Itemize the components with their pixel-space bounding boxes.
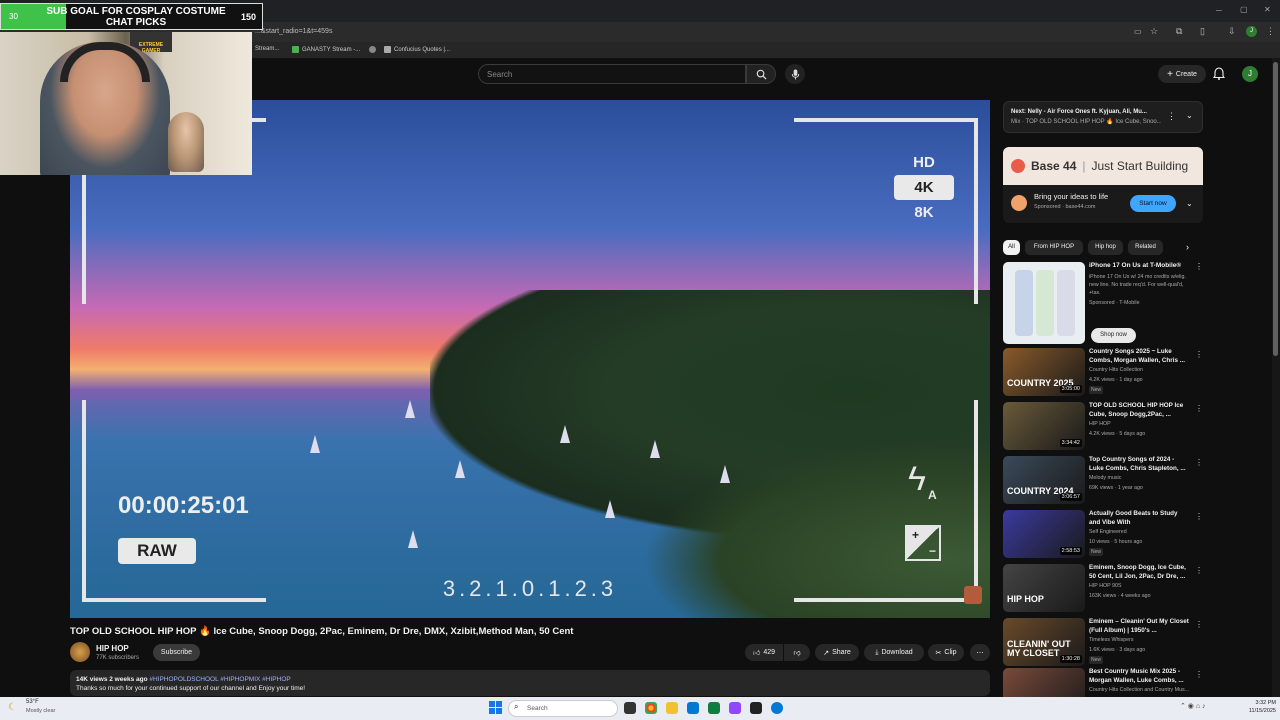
recommendation-item[interactable]: COUNTRY 2025 3:05:00 Country Songs 2025 ~ …	[1003, 348, 1203, 398]
system-tray-icons[interactable]: ⌃ ◉ ⌂ ♪	[1180, 702, 1206, 710]
more-vertical-icon[interactable]: ⋮	[1195, 512, 1203, 521]
recommendation-item[interactable]: COUNTRY 2024 3:06:57 Top Country Songs of …	[1003, 456, 1203, 506]
more-vertical-icon[interactable]: ⋮	[1195, 350, 1203, 359]
video-thumbnail[interactable]: NEW COUNTRY	[1003, 668, 1085, 697]
video-meta: 4.2K views · 1 day ago	[1089, 377, 1143, 383]
video-thumbnail[interactable]: COUNTRY 2025 3:05:00	[1003, 348, 1085, 396]
video-meta: 69K views · 1 year ago	[1089, 485, 1143, 491]
video-title[interactable]: Best Country Music Mix 2025 - Morgan Wal…	[1089, 668, 1189, 685]
channel-name[interactable]: Melody music	[1089, 475, 1121, 481]
video-title[interactable]: Country Songs 2025 ~ Luke Combs, Morgan …	[1089, 348, 1189, 365]
start-icon[interactable]	[489, 701, 502, 714]
recommendation-item[interactable]: 2:58:53 Actually Good Beats to Study and …	[1003, 510, 1203, 560]
new-badge: New	[1089, 656, 1104, 664]
video-meta: 10 views · 5 hours ago	[1089, 539, 1143, 545]
more-vertical-icon[interactable]: ⋮	[1195, 620, 1203, 629]
webcam-feed: EXTREME GAMER	[0, 32, 252, 175]
task-view-icon[interactable]	[624, 702, 636, 714]
recommendation-item[interactable]: HIP HOP Eminem, Snoop Dogg, Ice Cube, 50 …	[1003, 564, 1203, 614]
more-vertical-icon[interactable]: ⋮	[1195, 566, 1203, 575]
video-title[interactable]: Actually Good Beats to Study and Vibe Wi…	[1089, 510, 1189, 527]
taskbar-clock[interactable]: 3:32 PM 11/15/2025	[1236, 699, 1276, 715]
video-duration: 3:34:42	[1059, 439, 1082, 447]
recommendation-item[interactable]: 3:34:42 TOP OLD SCHOOL HIP HOP Ice Cube, …	[1003, 402, 1203, 452]
video-meta: 4.2K views · 5 days ago	[1089, 431, 1146, 437]
video-duration: 3:06:57	[1059, 493, 1082, 501]
sub-goal-bar: 30 SUB GOAL FOR COSPLAY COSTUME CHAT PIC…	[0, 3, 263, 30]
edge-icon[interactable]	[687, 702, 699, 714]
video-thumbnail[interactable]: 2:58:53	[1003, 510, 1085, 558]
channel-name[interactable]: Self Engineered	[1089, 529, 1127, 535]
windows-taskbar: ☾ 53°F Mostly clear Search ⌕ ⌃ ◉ ⌂ ♪ 3:3…	[0, 697, 1280, 720]
goal-end: 150	[241, 12, 257, 22]
thumbnail-text: HIP HOP	[1007, 594, 1044, 604]
new-badge: New	[1089, 386, 1104, 394]
channel-name[interactable]: HIP HOP 90S	[1089, 583, 1122, 589]
child	[168, 112, 204, 172]
goal-start: 30	[9, 12, 18, 21]
video-title[interactable]: TOP OLD SCHOOL HIP HOP Ice Cube, Snoop D…	[1089, 402, 1189, 419]
excel-icon[interactable]	[708, 702, 720, 714]
channel-name[interactable]: Timeless Whispers	[1089, 637, 1134, 643]
goal-title: SUB GOAL FOR COSPLAY COSTUME CHAT PICKS	[46, 6, 226, 28]
new-badge: New	[1089, 548, 1104, 556]
recommendation-item[interactable]: NEW COUNTRYBest Country Music Mix 2025 -…	[1003, 668, 1203, 697]
obs-icon[interactable]	[729, 702, 741, 714]
more-vertical-icon[interactable]: ⋮	[1195, 404, 1203, 413]
video-duration: 2:58:53	[1059, 547, 1082, 555]
channel-name[interactable]: Country Hits Collection	[1089, 367, 1143, 373]
video-title[interactable]: Eminem, Snoop Dogg, Ice Cube, 50 Cent, L…	[1089, 564, 1189, 581]
more-vertical-icon[interactable]: ⋮	[1195, 670, 1203, 679]
video-title[interactable]: Eminem – Cleanin' Out My Closet (Full Al…	[1089, 618, 1189, 635]
recommendation-item[interactable]: CLEANIN' OUT MY CLOSET 1:30:28 Eminem – Cl…	[1003, 618, 1203, 668]
video-meta: 163K views · 4 weeks ago	[1089, 593, 1151, 599]
video-duration: 3:05:00	[1059, 385, 1082, 393]
weather-temp[interactable]: 53°F	[26, 699, 39, 705]
taskbar-search[interactable]: Search	[508, 700, 618, 717]
scrollbar-thumb[interactable]	[1273, 62, 1278, 356]
browser-icon[interactable]	[771, 702, 783, 714]
channel-name[interactable]: HIP HOP	[1089, 421, 1111, 427]
video-duration: 1:30:28	[1059, 655, 1082, 663]
channel-name[interactable]: Country Hits Collection and Country Mus.…	[1089, 687, 1189, 693]
app-icon[interactable]	[750, 702, 762, 714]
video-title[interactable]: Top Country Songs of 2024 - Luke Combs, …	[1089, 456, 1189, 473]
video-thumbnail[interactable]: 3:34:42	[1003, 402, 1085, 450]
video-thumbnail[interactable]: COUNTRY 2024 3:06:57	[1003, 456, 1085, 504]
video-thumbnail[interactable]: HIP HOP	[1003, 564, 1085, 612]
weather-condition: Mostly clear	[26, 708, 56, 714]
chrome-icon[interactable]	[645, 702, 657, 714]
search-icon: ⌕	[514, 702, 519, 711]
weather-icon[interactable]: ☾	[8, 702, 17, 713]
video-meta: 1.6K views · 3 days ago	[1089, 647, 1146, 653]
more-vertical-icon[interactable]: ⋮	[1195, 458, 1203, 467]
file-explorer-icon[interactable]	[666, 702, 678, 714]
video-thumbnail[interactable]: CLEANIN' OUT MY CLOSET 1:30:28	[1003, 618, 1085, 666]
